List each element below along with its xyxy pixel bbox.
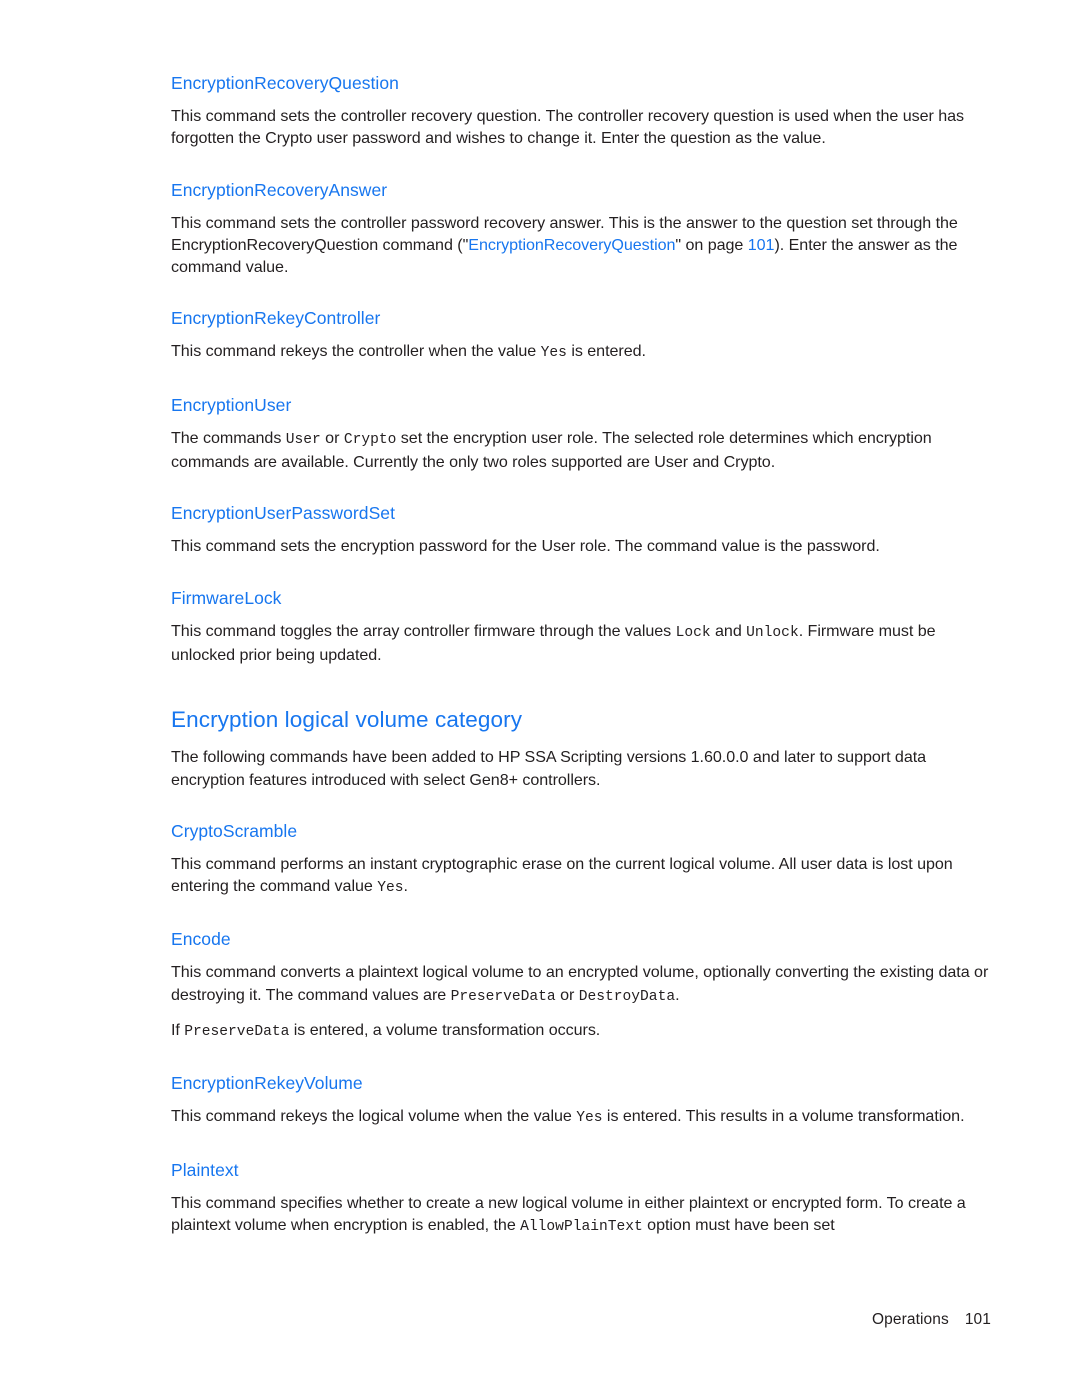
footer-chapter-label: Operations <box>872 1311 949 1328</box>
command-heading-firmware-lock: FirmwareLock <box>171 587 282 608</box>
body-paragraph: This command toggles the array controlle… <box>171 621 936 664</box>
inline-code: AllowPlainText <box>520 1218 643 1235</box>
command-heading-encryption-user: EncryptionUser <box>171 394 292 415</box>
inline-code: DestroyData <box>578 988 676 1005</box>
command-heading-encode: Encode <box>171 929 231 950</box>
command-heading-encryption-recovery-question: EncryptionRecoveryQuestion <box>171 73 399 93</box>
body-paragraph: This command sets the controller recover… <box>171 107 965 148</box>
heading-paragraph-gap <box>171 950 991 961</box>
heading-paragraph-gap <box>171 842 991 853</box>
body-paragraph: This command sets the controller passwor… <box>171 213 958 277</box>
body-paragraph: This command specifies whether to create… <box>171 1193 966 1235</box>
inline-code: Yes <box>377 880 404 897</box>
heading-paragraph-gap <box>171 1181 991 1192</box>
inline-code: Unlock <box>746 624 799 641</box>
command-heading-encryption-user-password-set: EncryptionUserPasswordSet <box>171 503 395 524</box>
content-flow: EncryptionRecoveryQuestion This command s… <box>171 72 991 1238</box>
body-paragraph: If PreserveData is entered, a volume tra… <box>171 1021 601 1041</box>
command-heading-plaintext: Plaintext <box>171 1159 239 1180</box>
cross-reference-page-number[interactable]: 101 <box>748 236 775 254</box>
body-paragraph: The commands User or Crypto set the encr… <box>171 428 932 472</box>
heading-paragraph-gap <box>171 329 991 340</box>
inline-code: User <box>285 431 321 448</box>
inline-code: Yes <box>540 345 567 362</box>
heading-paragraph-gap <box>171 201 991 212</box>
command-heading-encryption-recovery-answer: EncryptionRecoveryAnswer <box>171 179 388 200</box>
command-heading-encryption-rekey-controller: EncryptionRekeyController <box>171 308 381 329</box>
body-paragraph: This command sets the encryption passwor… <box>171 537 880 556</box>
heading-paragraph-gap <box>171 94 991 105</box>
inline-code: PreserveData <box>450 988 556 1005</box>
category-gap <box>171 666 991 706</box>
page-footer: Operations 101 <box>0 1311 991 1329</box>
cross-reference-link[interactable]: EncryptionRecoveryQuestion <box>468 236 675 254</box>
footer-page-number: 101 <box>964 1311 991 1328</box>
heading-paragraph-gap <box>171 609 991 620</box>
body-paragraph: This command performs an instant cryptog… <box>171 854 953 897</box>
body-paragraph: The following commands have been added t… <box>171 748 927 789</box>
inline-code: Yes <box>576 1110 603 1127</box>
category-heading-encryption-logical-volume-category: Encryption logical volume category <box>171 707 523 733</box>
heading-paragraph-gap <box>171 416 991 427</box>
body-paragraph: This command rekeys the controller when … <box>171 342 646 362</box>
inline-code: Lock <box>675 624 711 641</box>
body-paragraph: This command converts a plaintext logica… <box>171 963 989 1005</box>
command-heading-encryption-rekey-volume: EncryptionRekeyVolume <box>171 1073 363 1094</box>
category-heading-paragraph-gap <box>171 733 991 746</box>
body-paragraph: This command rekeys the logical volume w… <box>171 1107 965 1127</box>
command-heading-crypto-scramble: CryptoScramble <box>171 820 298 841</box>
heading-paragraph-gap <box>171 524 991 535</box>
document-page: EncryptionRecoveryQuestion This command s… <box>0 0 1080 1397</box>
heading-paragraph-gap <box>171 1094 991 1105</box>
inline-code: Crypto <box>343 431 397 448</box>
page-content: EncryptionRecoveryQuestion This command s… <box>171 72 991 1238</box>
inline-code: PreserveData <box>184 1024 290 1041</box>
